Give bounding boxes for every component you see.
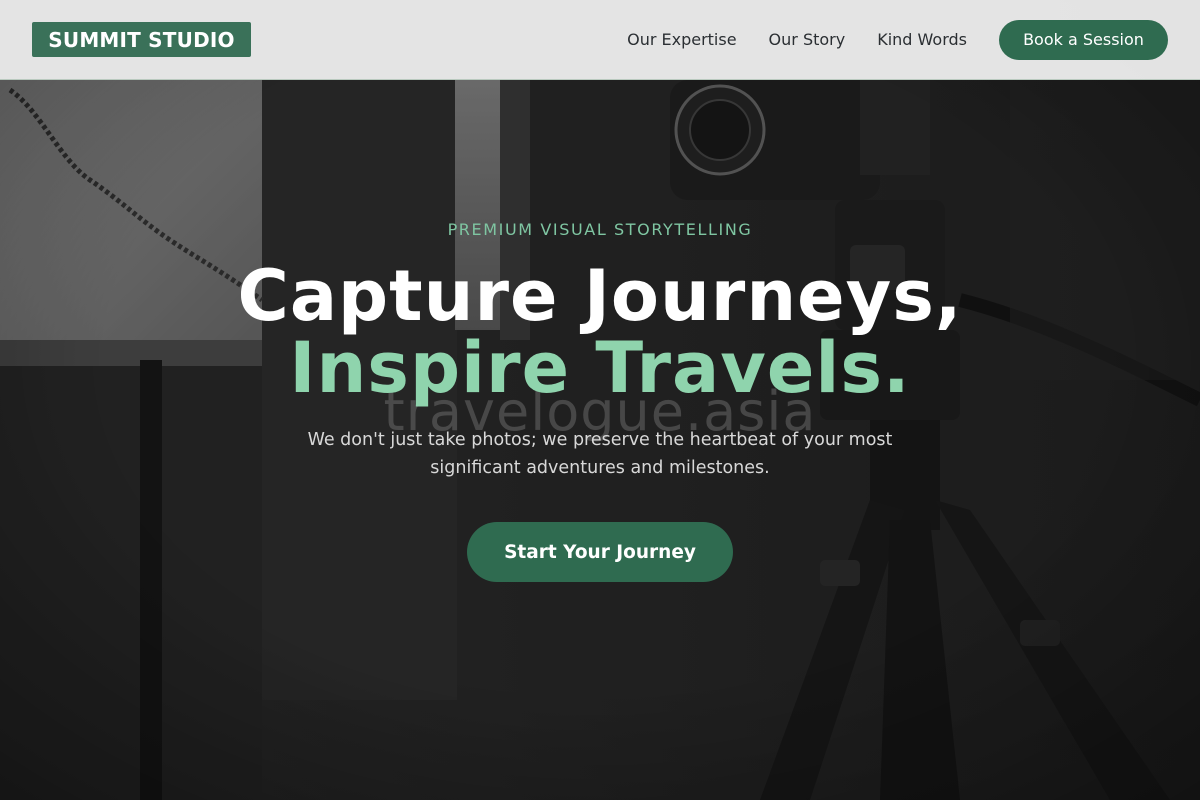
hero-subtext: We don't just take photos; we preserve t…: [307, 430, 893, 478]
start-journey-button[interactable]: Start Your Journey: [467, 522, 733, 582]
hero-headline-line1: Capture Journeys,: [237, 255, 963, 337]
hero-section: PREMIUM VISUAL STORYTELLING Capture Jour…: [0, 0, 1200, 800]
hero-headline-line2: Inspire Travels.: [289, 327, 911, 409]
hero-eyebrow: PREMIUM VISUAL STORYTELLING: [447, 220, 753, 239]
